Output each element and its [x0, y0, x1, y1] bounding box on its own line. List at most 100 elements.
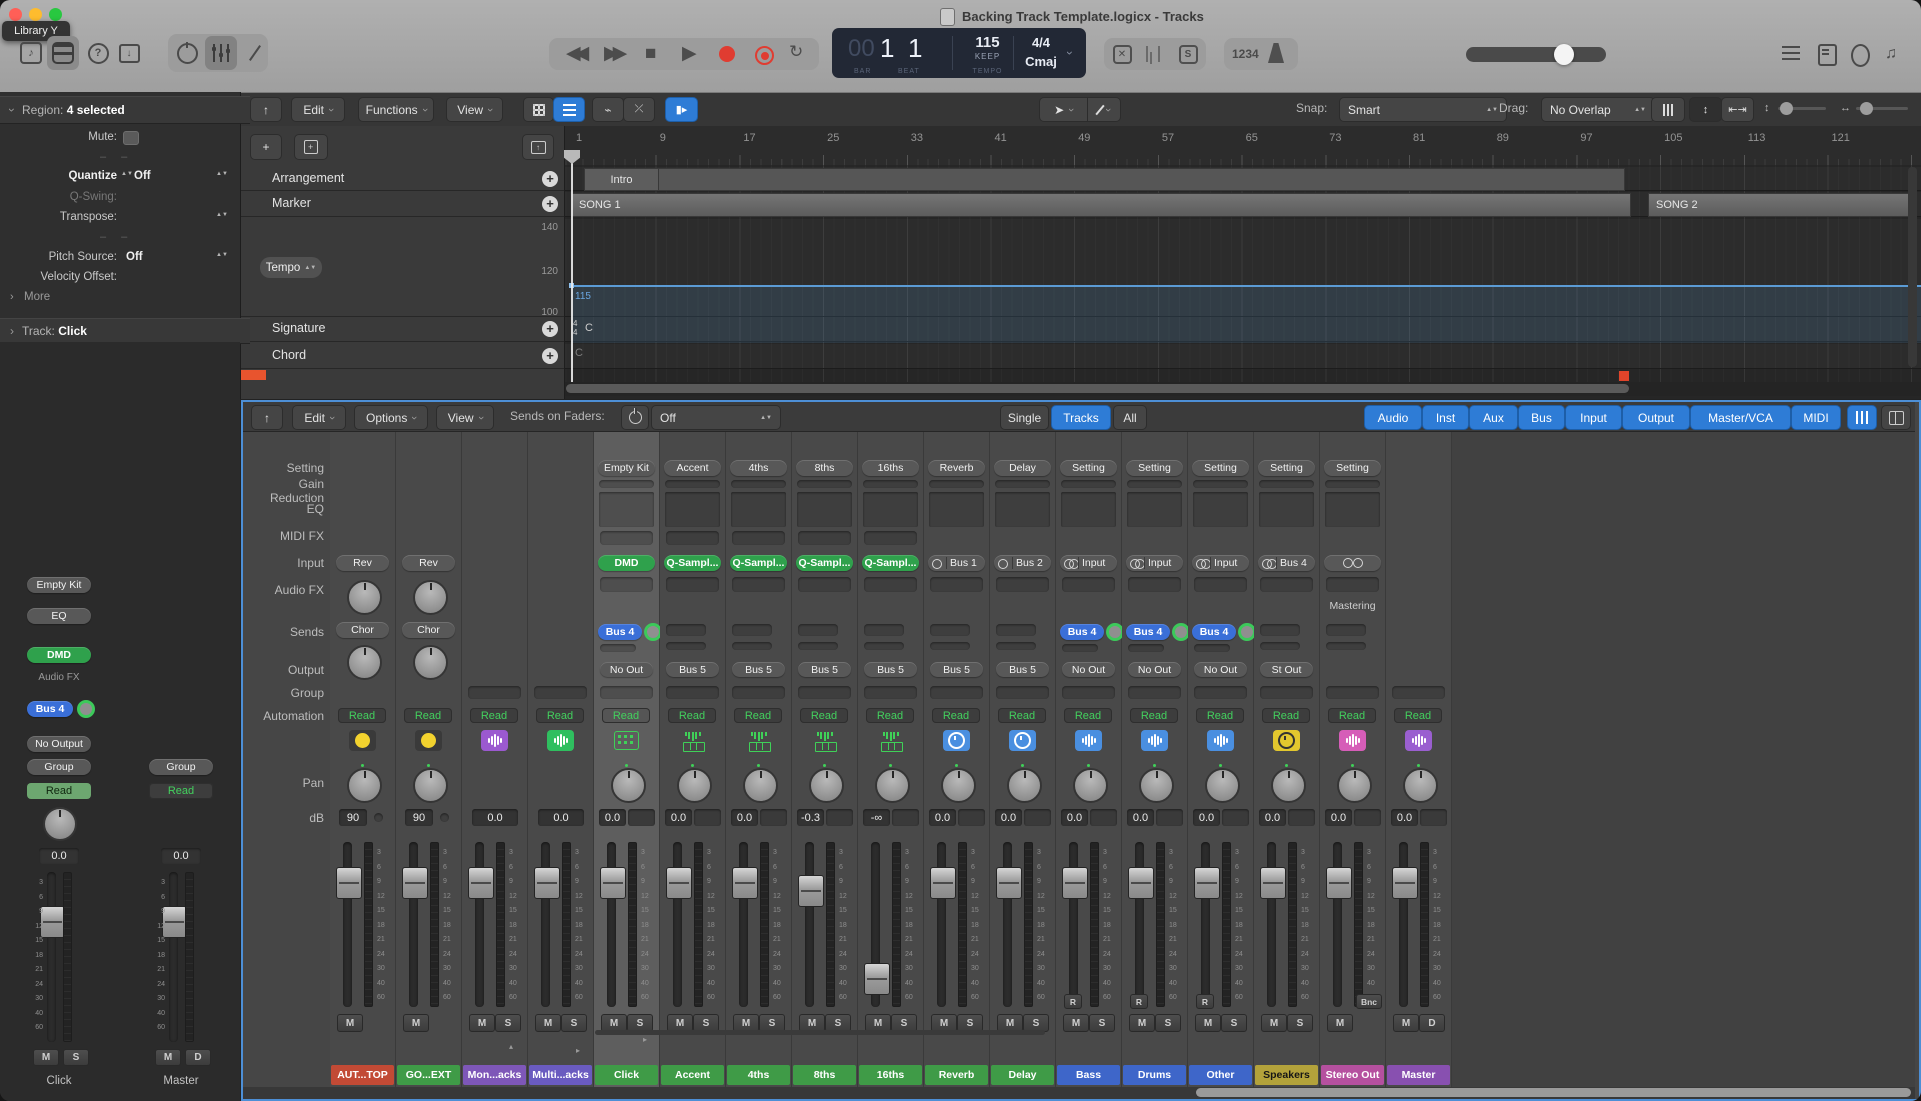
db-value-secondary[interactable]: [1090, 809, 1117, 826]
filter-aux[interactable]: Aux: [1469, 405, 1518, 430]
inspector-instrument-button[interactable]: DMD: [27, 647, 91, 663]
audio-fx-slot[interactable]: [1128, 577, 1181, 592]
output-slot-button[interactable]: No Out: [1128, 662, 1181, 677]
pan-knob[interactable]: [1337, 768, 1372, 803]
audio-fx-slot[interactable]: [600, 577, 653, 592]
output-slot-button[interactable]: Bus 5: [930, 662, 983, 677]
ruler[interactable]: 191725334149576573818997105113121: [565, 126, 1921, 166]
db-value-secondary[interactable]: [760, 809, 787, 826]
input-slot-button[interactable]: Bus 2: [994, 555, 1051, 571]
db-value[interactable]: 0.0: [929, 809, 956, 826]
automation-mode-button[interactable]: Read: [866, 708, 914, 723]
mixer-edit-menu[interactable]: Edit›: [292, 405, 346, 430]
fader-thumb[interactable]: [1062, 867, 1088, 899]
automation-mode-button[interactable]: Read: [1394, 708, 1442, 723]
output-slot-button[interactable]: No Out: [1062, 662, 1115, 677]
mute-button[interactable]: M: [1327, 1014, 1353, 1032]
audio-fx-slot[interactable]: [1062, 577, 1115, 592]
tracks-functions-menu[interactable]: Functions›: [358, 97, 434, 122]
channel-strip-8ths[interactable]: 8thsQ-Sampl...Bus 5Read-0.33691215182124…: [792, 432, 858, 1087]
chord-event[interactable]: C: [575, 347, 583, 359]
fader-thumb[interactable]: [1392, 867, 1418, 899]
db-value-secondary[interactable]: [1420, 809, 1447, 826]
track-name-cell[interactable]: Multi...acks: [529, 1065, 592, 1085]
zoom-window-button[interactable]: [49, 8, 62, 21]
mixer-view-menu[interactable]: View›: [436, 405, 494, 430]
db-value[interactable]: 0.0: [538, 809, 584, 826]
channel-setting-button[interactable]: 8ths: [796, 460, 853, 476]
pan-knob[interactable]: [347, 768, 382, 803]
automation-mode-button[interactable]: Read: [470, 708, 518, 723]
audio-fx-slot[interactable]: [666, 577, 719, 592]
inspector-toggle-icon[interactable]: [47, 36, 79, 70]
output-slot-button[interactable]: Bus 5: [798, 662, 851, 677]
channel-setting-button[interactable]: Setting: [1324, 460, 1381, 476]
midi-fx-slot[interactable]: [864, 531, 917, 545]
scroll-right-icon[interactable]: ▸: [643, 1035, 647, 1044]
pan-knob[interactable]: [1271, 768, 1306, 803]
audio-fx-slot[interactable]: [996, 577, 1049, 592]
tempo-track-label[interactable]: Tempo▲▼: [260, 257, 322, 278]
input-slot-button[interactable]: Bus 1: [928, 555, 985, 571]
input-slot-button[interactable]: Input: [1060, 555, 1117, 571]
db-value[interactable]: 90: [339, 809, 367, 826]
h-scrollbar-thumb[interactable]: [566, 384, 1629, 393]
output-slot-button[interactable]: No Out: [600, 662, 653, 677]
channel-strip-click[interactable]: Empty KitDMDBus 4No OutRead0.03691215182…: [594, 432, 660, 1087]
mute-button[interactable]: M: [1063, 1014, 1089, 1032]
output-slot-button[interactable]: Bus 5: [864, 662, 917, 677]
add-chord-icon[interactable]: +: [542, 348, 558, 364]
db-value[interactable]: 0.0: [1325, 809, 1352, 826]
track-name-cell[interactable]: Other: [1189, 1065, 1252, 1085]
inspector-master-dim-button[interactable]: D: [185, 1049, 211, 1066]
scroll-right-icon[interactable]: ▸: [576, 1046, 580, 1055]
group-slot[interactable]: [1194, 686, 1247, 699]
track-name-cell[interactable]: 8ths: [793, 1065, 856, 1085]
v-scrollbar-thumb[interactable]: [1908, 167, 1917, 367]
record-enable-button[interactable]: R: [1130, 994, 1148, 1009]
send-chor-knob[interactable]: [413, 645, 448, 680]
quick-help-icon[interactable]: ?: [86, 38, 110, 68]
forward-button[interactable]: ▶▶: [604, 44, 621, 63]
channel-setting-button[interactable]: 4ths: [730, 460, 787, 476]
inspector-setting-button[interactable]: Empty Kit: [27, 577, 91, 593]
row-stepper-icon[interactable]: ▲▼: [216, 172, 228, 176]
mute-button[interactable]: M: [403, 1014, 429, 1032]
solo-button[interactable]: S: [1287, 1014, 1313, 1032]
global-track-row-arrangement[interactable]: Arrangement+: [240, 167, 564, 191]
minimize-window-button[interactable]: [29, 8, 42, 21]
audio-fx-slot[interactable]: [732, 577, 785, 592]
automation-mode-button[interactable]: Read: [668, 708, 716, 723]
list-view-icon[interactable]: [553, 97, 585, 122]
mixer-mode-single[interactable]: Single: [1000, 405, 1049, 430]
dim-button[interactable]: D: [1419, 1014, 1445, 1032]
midi-fx-slot[interactable]: [732, 531, 785, 545]
smart-controls-icon[interactable]: [173, 38, 201, 68]
eq-thumbnail[interactable]: [929, 492, 984, 527]
fader-thumb[interactable]: [1260, 867, 1286, 899]
track-name-cell[interactable]: Bass: [1057, 1065, 1120, 1085]
mixer-mode-all[interactable]: All: [1113, 405, 1147, 430]
marker-song1[interactable]: SONG 1: [571, 193, 1631, 217]
mixer-collapse-button[interactable]: ↑: [251, 405, 283, 430]
automation-mode-button[interactable]: Read: [1328, 708, 1376, 723]
channel-setting-button[interactable]: 16ths: [862, 460, 919, 476]
add-track-button[interactable]: +: [250, 134, 282, 160]
inspector-master-fader-track[interactable]: [169, 872, 178, 1042]
group-slot[interactable]: [1062, 686, 1115, 699]
arrangement-region[interactable]: [658, 168, 1625, 191]
filter-inst[interactable]: Inst: [1422, 405, 1469, 430]
instrument-slot-button[interactable]: Q-Sampl...: [664, 555, 721, 571]
filter-midi[interactable]: MIDI: [1791, 405, 1841, 430]
drag-select[interactable]: No Overlap▲▼: [1541, 97, 1655, 122]
db-value[interactable]: 0.0: [472, 809, 518, 826]
channel-strip-delay[interactable]: DelayBus 2Bus 5Read0.0369121518212430406…: [990, 432, 1056, 1087]
region-header[interactable]: ›Region: 4 selected: [0, 96, 250, 124]
channel-setting-button[interactable]: Reverb: [928, 460, 985, 476]
send-chor-button[interactable]: Chor: [336, 622, 389, 638]
db-value-secondary[interactable]: [1354, 809, 1381, 826]
input-slot-button[interactable]: Bus 4: [1258, 555, 1315, 571]
inspector-group-button[interactable]: Group: [27, 759, 91, 775]
eq-thumbnail[interactable]: [731, 492, 786, 527]
instrument-slot-button[interactable]: Q-Sampl...: [730, 555, 787, 571]
